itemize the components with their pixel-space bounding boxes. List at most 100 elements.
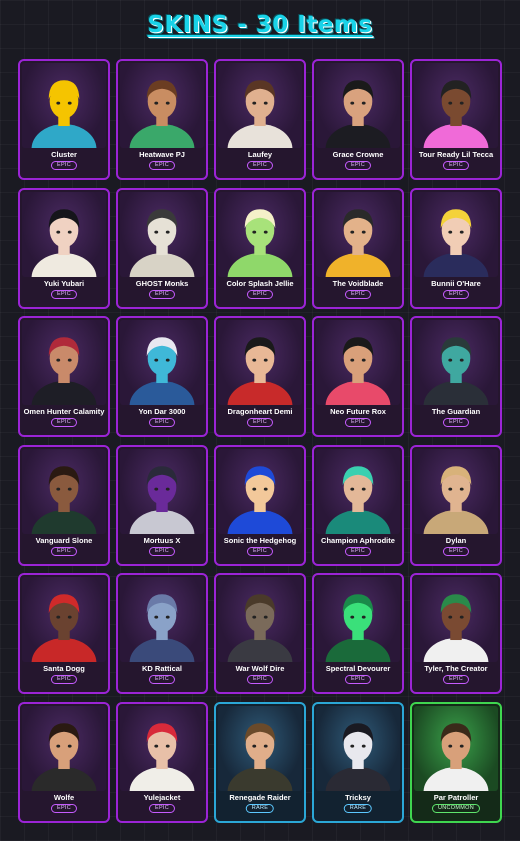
skin-name: Sonic the Hedgehog xyxy=(223,535,297,545)
skin-card[interactable]: Laufey EPIC xyxy=(214,59,306,180)
rarity-badge: EPIC xyxy=(442,289,470,299)
skin-card[interactable]: Bunnii O'Hare EPIC xyxy=(410,187,502,309)
skin-portrait-icon-graphic xyxy=(325,337,391,405)
skin-name: Cluster xyxy=(51,150,77,159)
skin-portrait-icon-graphic xyxy=(129,208,195,277)
skin-portrait-icon-graphic xyxy=(129,594,195,662)
rarity-badge: RARE xyxy=(343,803,373,813)
skin-card[interactable]: Yuki Yubari EPIC xyxy=(18,187,110,309)
skin-portrait-icon-graphic xyxy=(423,465,489,534)
skin-name: Bunnii O'Hare xyxy=(431,278,481,288)
skin-portrait-icon xyxy=(22,63,106,148)
skin-portrait-icon xyxy=(316,320,400,405)
skin-card[interactable]: Heatwave PJ EPIC xyxy=(116,59,208,180)
skin-portrait-icon-graphic xyxy=(423,337,489,405)
skin-portrait-icon xyxy=(414,577,498,662)
skin-portrait-icon xyxy=(218,705,302,791)
skin-card[interactable]: Omen Hunter Calamity EPIC xyxy=(18,316,110,437)
rarity-badge: UNCOMMON xyxy=(431,803,481,813)
skin-card[interactable]: Dylan EPIC xyxy=(410,444,502,566)
rarity-badge: EPIC xyxy=(50,289,78,299)
skin-portrait-icon-graphic xyxy=(129,80,195,148)
skin-portrait-icon xyxy=(414,63,498,148)
skin-card[interactable]: Spectral Devourer EPIC xyxy=(312,573,404,694)
skin-portrait-icon xyxy=(414,448,498,534)
skin-name: Par Patroller xyxy=(433,792,479,802)
skin-name: KD Rattical xyxy=(141,664,182,673)
skin-name: Renegade Raider xyxy=(229,792,291,802)
skin-card[interactable]: Tour Ready Lil Tecca EPIC xyxy=(410,59,502,180)
skin-portrait-icon-graphic xyxy=(227,722,293,791)
skin-card[interactable]: Sonic the Hedgehog EPIC xyxy=(214,444,306,566)
skin-portrait-icon xyxy=(120,191,204,277)
skin-card[interactable]: Mortuus X EPIC xyxy=(116,444,208,566)
skin-name: War Wolf Dire xyxy=(235,664,285,673)
skin-portrait-icon xyxy=(120,577,204,662)
skin-card[interactable]: Champion Aphrodite EPIC xyxy=(312,444,404,566)
skin-portrait-icon-graphic xyxy=(227,208,293,277)
skin-portrait-icon xyxy=(22,448,106,534)
skin-card[interactable]: The Voidblade EPIC xyxy=(312,187,404,309)
skin-portrait-icon-graphic xyxy=(129,465,195,534)
skin-card[interactable]: Neo Future Rox EPIC xyxy=(312,316,404,437)
rarity-badge: EPIC xyxy=(50,161,78,170)
skin-portrait-icon-graphic xyxy=(325,80,391,148)
rarity-badge: EPIC xyxy=(246,418,274,427)
skin-portrait-icon-graphic xyxy=(31,80,97,148)
skin-card[interactable]: Cluster EPIC xyxy=(18,59,110,180)
skin-card[interactable]: The Guardian EPIC xyxy=(410,316,502,437)
skin-portrait-icon xyxy=(316,577,400,662)
skin-portrait-icon-graphic xyxy=(423,594,489,662)
rarity-badge: EPIC xyxy=(148,161,176,170)
skin-card[interactable]: Tyler, The Creator EPIC xyxy=(410,573,502,694)
rarity-badge: EPIC xyxy=(50,418,78,427)
skin-name: Tricksy xyxy=(345,792,371,802)
skin-portrait-icon xyxy=(120,320,204,405)
rarity-badge: EPIC xyxy=(50,675,78,684)
skin-card[interactable]: War Wolf Dire EPIC xyxy=(214,573,306,694)
skin-portrait-icon xyxy=(22,705,106,791)
skin-name: Vanguard Slone xyxy=(35,535,93,545)
skin-name: Grace Crowne xyxy=(332,150,384,159)
rarity-badge: EPIC xyxy=(50,803,78,813)
skin-portrait-icon xyxy=(120,705,204,791)
rarity-badge: EPIC xyxy=(50,546,78,556)
skin-card[interactable]: Dragonheart Demi EPIC xyxy=(214,316,306,437)
skin-card[interactable]: Yon Dar 3000 EPIC xyxy=(116,316,208,437)
skin-portrait-icon xyxy=(218,448,302,534)
skin-portrait-icon-graphic xyxy=(325,465,391,534)
skin-name: Omen Hunter Calamity xyxy=(23,407,105,416)
skin-card[interactable]: Color Splash Jellie EPIC xyxy=(214,187,306,309)
rarity-badge: EPIC xyxy=(246,546,274,556)
skin-portrait-icon-graphic xyxy=(423,722,489,791)
skin-card[interactable]: GHOST Monks EPIC xyxy=(116,187,208,309)
skin-name: Dylan xyxy=(445,535,467,545)
rarity-badge: EPIC xyxy=(442,161,470,170)
skin-name: Laufey xyxy=(247,150,273,159)
skin-name: Dragonheart Demi xyxy=(227,407,293,416)
skin-name: Color Splash Jellie xyxy=(226,278,294,288)
skin-card[interactable]: KD Rattical EPIC xyxy=(116,573,208,694)
rarity-badge: EPIC xyxy=(148,418,176,427)
skin-portrait-icon xyxy=(22,577,106,662)
rarity-badge: EPIC xyxy=(246,675,274,684)
skin-card[interactable]: Vanguard Slone EPIC xyxy=(18,444,110,566)
skin-name: Yuki Yubari xyxy=(43,278,85,288)
rarity-badge: EPIC xyxy=(246,289,274,299)
skin-card[interactable]: Yulejacket EPIC xyxy=(116,701,208,823)
rarity-badge: EPIC xyxy=(246,161,274,170)
skin-portrait-icon-graphic xyxy=(227,594,293,662)
rarity-badge: EPIC xyxy=(148,289,176,299)
skin-portrait-icon-graphic xyxy=(423,208,489,277)
skin-card[interactable]: Renegade Raider RARE xyxy=(214,701,306,823)
skin-card[interactable]: Santa Dogg EPIC xyxy=(18,573,110,694)
rarity-badge: EPIC xyxy=(344,418,372,427)
skin-portrait-icon xyxy=(316,63,400,148)
skin-card[interactable]: Par Patroller UNCOMMON xyxy=(410,701,502,823)
skin-card[interactable]: Grace Crowne EPIC xyxy=(312,59,404,180)
skin-name: Santa Dogg xyxy=(43,664,85,673)
skin-name: The Voidblade xyxy=(332,278,384,288)
skin-card[interactable]: Tricksy RARE xyxy=(312,701,404,823)
skin-name: Mortuus X xyxy=(143,535,181,545)
skin-card[interactable]: Wolfe EPIC xyxy=(18,701,110,823)
